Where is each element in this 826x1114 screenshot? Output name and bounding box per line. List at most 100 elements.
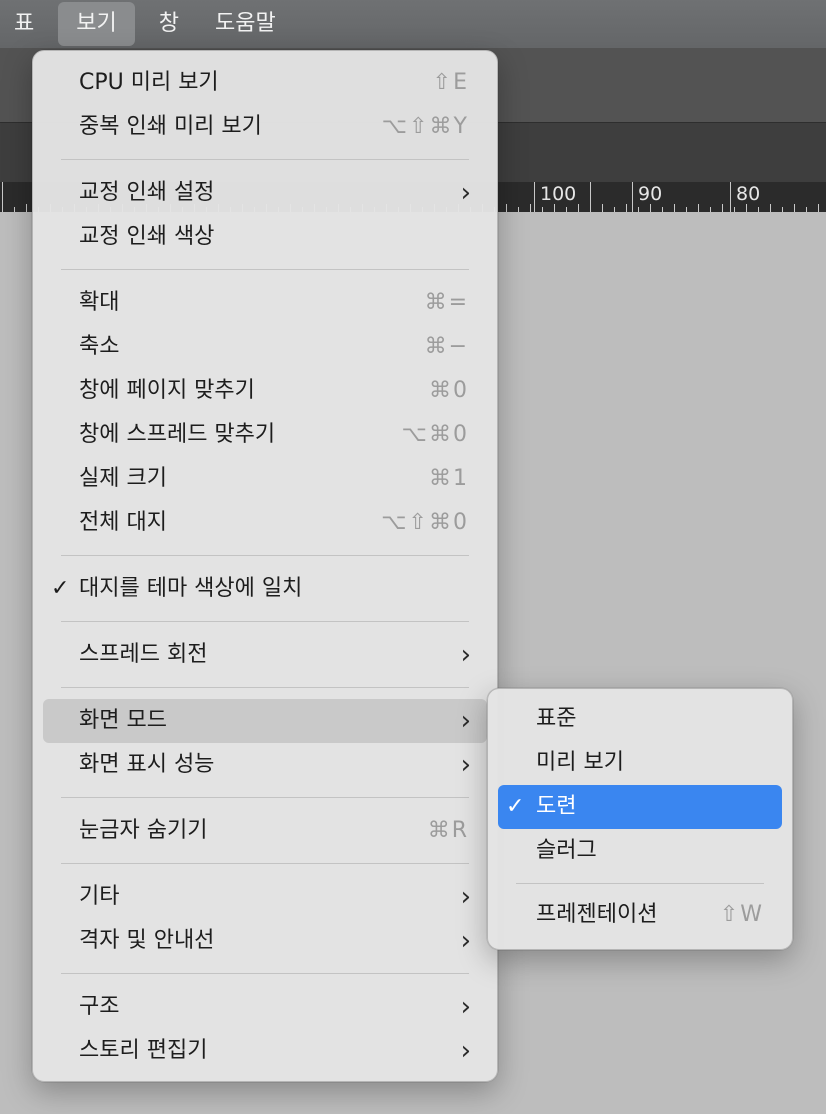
shortcut-label: ⇧W [719,902,764,927]
submenu-item-bleed[interactable]: ✓ 도련 [498,785,782,829]
ruler-tick [746,204,747,212]
menu-item-entire-pasteboard[interactable]: 전체 대지 ⌥⇧⌘0 [43,501,487,545]
ruler-tick [794,204,795,212]
shortcut-label: ⌥⌘0 [401,422,469,447]
submenu-item-presentation[interactable]: 프레젠테이션 ⇧W [498,893,782,937]
menu-separator [61,687,469,688]
ruler-tick [578,204,579,212]
chevron-right-icon: › [460,926,471,956]
submenu-item-preview[interactable]: 미리 보기 [498,741,782,785]
ruler-tick [818,204,819,212]
menu-item-label: 구조 [79,994,120,1019]
shortcut-label: ⌘0 [429,378,469,403]
menu-item-label: 전체 대지 [79,510,167,535]
menu-item-display-performance[interactable]: 화면 표시 성능 › [43,743,487,787]
ruler-tick [2,182,3,212]
ruler-tick [506,204,507,212]
ruler-tick [698,204,699,212]
screen-mode-submenu: 표준 미리 보기 ✓ 도련 슬러그 프레젠테이션 ⇧W [487,688,793,950]
ruler-tick [530,204,531,212]
menu-item-label: CPU 미리 보기 [79,70,219,95]
shortcut-label: ⌘− [424,334,469,359]
menu-item-match-pasteboard-theme[interactable]: ✓ 대지를 테마 색상에 일치 [43,567,487,611]
menu-item-rotate-spread[interactable]: 스프레드 회전 › [43,633,487,677]
menu-item-screen-mode[interactable]: 화면 모드 › [43,699,487,743]
menu-item-label: 중복 인쇄 미리 보기 [79,114,262,139]
submenu-item-normal[interactable]: 표준 [498,697,782,741]
menu-item-label: 기타 [79,884,120,909]
menu-item-proof-colors[interactable]: 교정 인쇄 색상 [43,215,487,259]
menu-item-label: 축소 [79,334,120,359]
ruler-tick [770,204,771,212]
ruler-major-tick [632,182,633,212]
menu-item-label: 화면 모드 [79,708,167,733]
menu-item-fit-page[interactable]: 창에 페이지 맞추기 ⌘0 [43,369,487,413]
view-menu: CPU 미리 보기 ⇧E 중복 인쇄 미리 보기 ⌥⇧⌘Y 교정 인쇄 설정 ›… [32,50,498,1082]
ruler-major-tick [534,182,535,212]
chevron-right-icon: › [460,750,471,780]
menu-item-label: 창에 페이지 맞추기 [79,378,255,403]
ruler-tick [722,204,723,212]
menu-separator [61,797,469,798]
chevron-right-icon: › [460,178,471,208]
menu-item-grids-guides[interactable]: 격자 및 안내선 › [43,919,487,963]
chevron-right-icon: › [460,882,471,912]
menu-separator [61,555,469,556]
checkmark-icon: ✓ [51,576,70,601]
menu-item-fit-spread[interactable]: 창에 스프레드 맞추기 ⌥⌘0 [43,413,487,457]
ruler-tick [674,204,675,212]
menu-item-label: 교정 인쇄 설정 [79,180,215,205]
menu-item-structure[interactable]: 구조 › [43,985,487,1029]
menu-separator [61,621,469,622]
ruler-label: 80 [736,183,761,205]
menu-separator [61,863,469,864]
menubar-item-view[interactable]: 보기 [58,2,135,46]
submenu-item-slug[interactable]: 슬러그 [498,829,782,873]
menu-separator [516,883,764,884]
chevron-right-icon: › [460,706,471,736]
menu-item-story-editor[interactable]: 스토리 편집기 › [43,1029,487,1073]
menu-item-hide-rulers[interactable]: 눈금자 숨기기 ⌘R [43,809,487,853]
ruler-major-tick [730,182,731,212]
ruler-label: 100 [540,183,577,205]
menu-item-extras[interactable]: 기타 › [43,875,487,919]
shortcut-label: ⌘1 [429,466,469,491]
menu-separator [61,159,469,160]
menu-item-zoom-in[interactable]: 확대 ⌘= [43,281,487,325]
menubar-item-table[interactable]: 표 [0,2,50,46]
menu-item-actual-size[interactable]: 실제 크기 ⌘1 [43,457,487,501]
menu-item-label: 스토리 편집기 [79,1038,208,1063]
menu-item-label: 눈금자 숨기기 [79,818,208,843]
shortcut-label: ⌥⇧⌘0 [381,510,469,535]
shortcut-label: ⇧E [432,70,469,95]
menu-item-cpu-preview[interactable]: CPU 미리 보기 ⇧E [43,61,487,105]
menu-separator [61,973,469,974]
menubar-item-window[interactable]: 창 [141,2,197,46]
chevron-right-icon: › [460,640,471,670]
menu-item-label: 표준 [536,706,577,731]
shortcut-label: ⌘= [424,290,469,315]
menu-item-label: 교정 인쇄 색상 [79,224,215,249]
menu-item-proof-setup[interactable]: 교정 인쇄 설정 › [43,171,487,215]
ruler-tick [602,204,603,212]
menu-item-label: 미리 보기 [536,750,624,775]
shortcut-label: ⌥⇧⌘Y [381,114,469,139]
menu-item-label: 실제 크기 [79,466,167,491]
checkmark-icon: ✓ [506,794,525,819]
menubar-item-help[interactable]: 도움말 [197,2,294,46]
menu-bar: 표 보기 창 도움말 [0,0,826,48]
shortcut-label: ⌘R [427,818,469,843]
menu-item-label: 확대 [79,290,120,315]
menu-item-label: 화면 표시 성능 [79,752,215,777]
menu-item-label: 대지를 테마 색상에 일치 [79,576,303,601]
chevron-right-icon: › [460,992,471,1022]
menu-item-label: 도련 [536,794,577,819]
menu-item-zoom-out[interactable]: 축소 ⌘− [43,325,487,369]
ruler-tick [626,204,627,212]
menu-item-label: 격자 및 안내선 [79,928,215,953]
menu-separator [61,269,469,270]
menu-item-label: 스프레드 회전 [79,642,208,667]
menu-item-label: 프레젠테이션 [536,902,658,927]
menu-item-overprint-preview[interactable]: 중복 인쇄 미리 보기 ⌥⇧⌘Y [43,105,487,149]
ruler-tick [650,204,651,212]
